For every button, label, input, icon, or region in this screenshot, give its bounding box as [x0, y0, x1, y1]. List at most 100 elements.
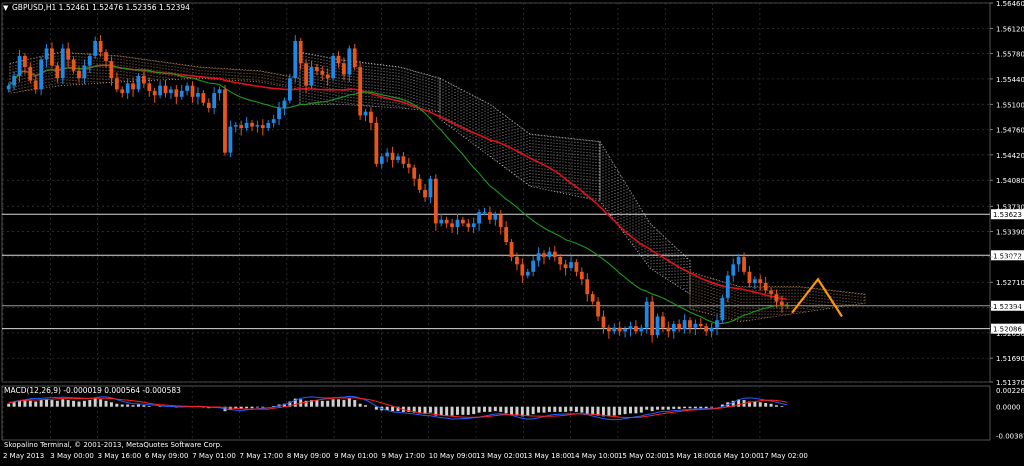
candle-body	[271, 119, 276, 123]
price-level-label: 1.53623	[993, 211, 1022, 219]
candle-body	[147, 83, 152, 91]
candle-body	[688, 320, 692, 328]
candle-body	[677, 323, 682, 330]
chart-window[interactable]: 1.53623 1.53072 1.52394 1.52086 1.56460 1.56…	[0, 0, 1024, 462]
candle-body	[666, 327, 671, 332]
price-chart[interactable]: 1.536231.530721.523941.52086 1.564601.56…	[0, 0, 1024, 462]
candle-body	[742, 256, 746, 272]
candle-body	[606, 327, 611, 332]
candle-body	[98, 40, 103, 53]
time-tick-label: 9 May 17:00	[381, 452, 425, 460]
candle-body	[82, 65, 87, 79]
candle-body	[196, 93, 200, 97]
time-axis: 2 May 2013 3 May 00:00 3 May 16:00 6 May 09…	[3, 452, 808, 460]
candle-body	[336, 55, 341, 64]
candle-body	[228, 126, 233, 153]
time-tick-label: 13 May 18:00	[523, 452, 571, 460]
candle-body	[298, 40, 303, 64]
candle-body	[774, 294, 779, 302]
candle-body	[141, 75, 146, 84]
price-tick-label: 1.56460	[996, 0, 1024, 8]
time-tick-label: 2 May 2013	[3, 452, 44, 460]
candle-body	[152, 90, 157, 96]
candle-body	[104, 52, 108, 62]
time-tick-label: 13 May 02:00	[476, 452, 524, 460]
time-tick-label: 10 May 09:00	[429, 452, 477, 460]
candle-body	[785, 305, 790, 307]
candle-body	[650, 301, 655, 336]
candle-body	[233, 125, 238, 127]
candle-body	[525, 271, 530, 276]
candle-body	[315, 67, 319, 71]
candle-body	[179, 90, 184, 97]
candle-body	[17, 55, 22, 76]
candle-body	[444, 219, 449, 224]
candle-body	[120, 89, 125, 94]
time-tick-label: 15 May 02:00	[618, 452, 666, 460]
candle-body	[255, 125, 260, 127]
candle-body	[542, 253, 546, 257]
price-tick-label: 1.53390	[996, 229, 1024, 237]
candle-body	[131, 83, 135, 90]
candle-body	[347, 48, 352, 75]
candle-body	[520, 264, 525, 276]
candle-body	[423, 189, 427, 198]
copyright-text: Skopalino Terminal, © 2001-2013, MetaQuo…	[4, 441, 222, 449]
candle-body	[460, 219, 465, 224]
candle-body	[639, 327, 644, 332]
candle-body	[634, 326, 638, 332]
candle-body	[477, 212, 481, 224]
candle-body	[731, 264, 736, 276]
dropdown-arrow-icon[interactable]: ▼	[3, 4, 9, 12]
candle-body	[693, 323, 698, 328]
candle-body	[574, 262, 579, 272]
candle-body	[379, 156, 384, 164]
chart-title: GBPUSD,H1 1.52461 1.52476 1.52356 1.5239…	[12, 3, 190, 12]
candle-body	[109, 61, 114, 79]
time-tick-label: 16 May 10:00	[713, 452, 761, 460]
candle-body	[736, 256, 741, 265]
candle-body	[325, 74, 330, 79]
candle-body	[493, 214, 498, 220]
candle-body	[569, 262, 573, 269]
time-tick-label: 14 May 10:00	[571, 452, 619, 460]
candle-body	[136, 75, 141, 90]
candle-body	[763, 282, 768, 291]
candle-body	[482, 212, 487, 214]
candle-body	[698, 323, 703, 327]
price-tick-label: 1.52710	[996, 279, 1024, 287]
candle-body	[309, 67, 314, 86]
time-tick-label: 3 May 00:00	[50, 452, 94, 460]
candle-body	[77, 70, 81, 79]
macd-tick-label: 0.00226	[996, 387, 1024, 395]
candle-body	[358, 67, 363, 116]
candle-body	[401, 156, 406, 164]
candle-body	[715, 320, 719, 328]
candle-body	[439, 219, 444, 224]
candle-body	[563, 264, 568, 269]
price-tick-label: 1.55780	[996, 51, 1024, 59]
price-tick-label: 1.53730	[996, 203, 1024, 211]
candle-body	[185, 85, 190, 91]
candle-body	[671, 323, 676, 332]
price-tick-label: 1.54080	[996, 177, 1024, 185]
candle-body	[509, 242, 514, 257]
candle-body	[596, 301, 600, 317]
candle-body	[720, 297, 725, 321]
candle-body	[374, 122, 379, 164]
candle-body	[628, 326, 633, 330]
candle-body	[50, 48, 54, 66]
candle-body	[558, 256, 563, 265]
time-tick-label: 7 May 17:00	[240, 452, 284, 460]
price-tick-label: 1.52030	[996, 330, 1024, 338]
candle-body	[169, 89, 173, 94]
candle-body	[585, 279, 590, 295]
candle-body	[498, 214, 503, 228]
price-tick-label: 1.52370	[996, 305, 1024, 313]
candle-body	[66, 48, 71, 60]
candle-body	[428, 178, 433, 198]
candle-body	[212, 93, 217, 108]
candle-body	[682, 320, 687, 330]
candle-body	[450, 223, 454, 228]
time-tick-label: 7 May 01:00	[192, 452, 236, 460]
